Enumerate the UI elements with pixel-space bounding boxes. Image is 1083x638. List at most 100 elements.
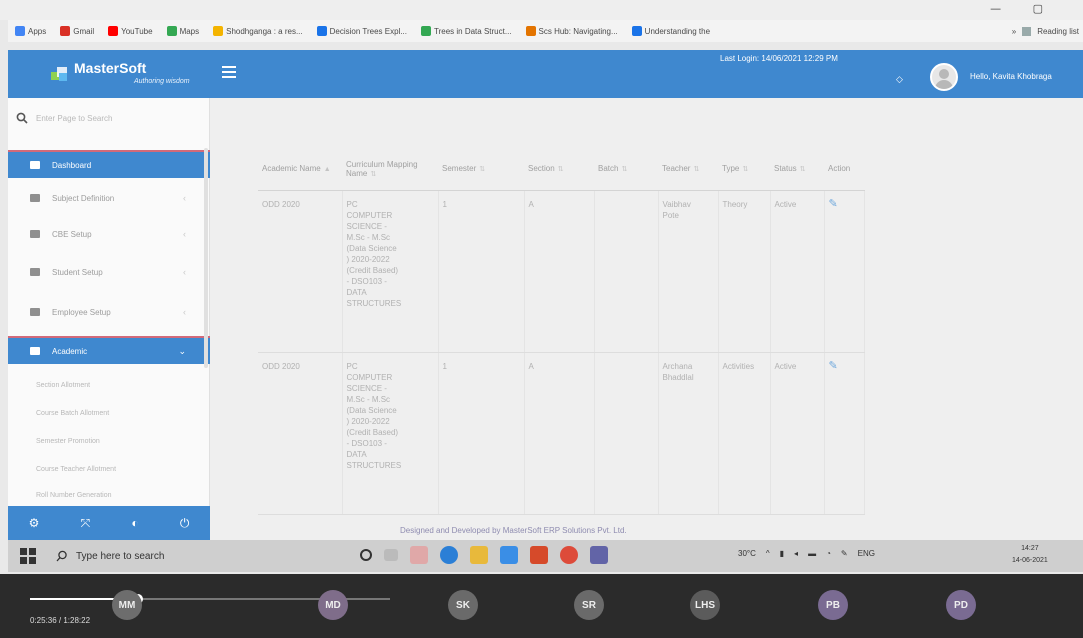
edit-icon[interactable]: ✎ <box>829 198 838 210</box>
sidebar-subitem-roll-number-generation[interactable]: Roll Number Generation <box>8 484 210 506</box>
hide-icon[interactable]: ◐ <box>131 516 138 530</box>
overflow-icon[interactable]: » <box>1012 27 1016 36</box>
sort-icon[interactable]: ⇅ <box>621 166 627 173</box>
sidebar-subitem-course-batch-allotment[interactable]: Course Batch Allotment <box>8 402 210 424</box>
brand[interactable]: MasterSoft Authoring wisdom <box>18 54 218 94</box>
sort-icon[interactable]: ⇅ <box>370 171 376 178</box>
col-type[interactable]: Type ⇅ <box>718 148 770 191</box>
mastersoft-logo-icon <box>51 67 67 81</box>
user-avatar[interactable] <box>930 63 958 91</box>
app-icon[interactable] <box>410 546 428 564</box>
bookmark-label: Understanding the <box>644 26 711 36</box>
reading-list-button[interactable]: » Reading list <box>1012 20 1083 42</box>
sort-icon[interactable]: ⇅ <box>800 166 806 173</box>
sidebar-item-dashboard[interactable]: Dashboard <box>8 150 210 178</box>
bookmark-item[interactable]: Trees in Data Struct... <box>414 26 519 36</box>
taskbar-search[interactable]: Type here to search <box>56 544 348 568</box>
sidebar-search-placeholder: Enter Page to Search <box>36 113 113 123</box>
sidebar-item-employee-setup[interactable]: Employee Setup ‹ <box>8 298 210 326</box>
bookmark-item[interactable]: Decision Trees Expl... <box>310 26 414 36</box>
sort-icon[interactable]: ⇅ <box>742 166 748 173</box>
chevron-up-icon[interactable]: ^ <box>766 549 770 558</box>
participant-avatar[interactable]: PD <box>946 590 976 620</box>
col-curriculum-mapping-name[interactable]: Curriculum Mapping Name ⇅ <box>342 148 438 191</box>
bookmark-item[interactable]: Understanding the <box>625 26 717 36</box>
menu-toggle-icon[interactable] <box>222 66 236 78</box>
teams-icon[interactable] <box>590 546 608 564</box>
clock-time: 14:27 <box>1021 545 1039 552</box>
user-greeting[interactable]: Hello, Kavita Khobraga <box>970 72 1052 81</box>
wifi-icon[interactable]: ◔ <box>826 549 831 558</box>
sidebar: Enter Page to Search Dashboard Subject D… <box>8 98 210 540</box>
windows-start-icon[interactable] <box>20 548 36 564</box>
page-icon <box>631 26 642 36</box>
col-batch[interactable]: Batch ⇅ <box>594 148 658 191</box>
sidebar-item-student-setup[interactable]: Student Setup ‹ <box>8 258 210 286</box>
sidebar-scrollbar[interactable] <box>204 148 208 368</box>
chrome-icon[interactable] <box>560 546 578 564</box>
bookmark-item[interactable]: Gmail <box>53 26 101 36</box>
col-semester[interactable]: Semester ⇅ <box>438 148 524 191</box>
col-status[interactable]: Status ⇅ <box>770 148 824 191</box>
sidebar-subitem-section-allotment[interactable]: Section Allotment <box>8 374 210 396</box>
taskbar-clock[interactable]: 14:27 14-06-2021 <box>1012 543 1048 567</box>
file-explorer-icon[interactable] <box>470 546 488 564</box>
participant-avatar[interactable]: SK <box>448 590 478 620</box>
power-icon[interactable]: ⏻ <box>180 516 190 531</box>
sort-icon[interactable]: ⇅ <box>693 166 699 173</box>
video-call-bar: 0:25:36 / 1:28:22 MM MD SK SR LHS PB PD <box>0 574 1083 638</box>
language-indicator[interactable]: ENG <box>858 549 875 558</box>
notification-bell-icon[interactable]: ◇ <box>896 74 906 84</box>
participant-avatar[interactable]: MD <box>318 590 348 620</box>
sort-icon[interactable]: ⇅ <box>558 166 564 173</box>
battery-icon[interactable]: ▮ <box>780 549 784 558</box>
network-icon[interactable]: ▬ <box>808 549 816 558</box>
cell-teacher: Archana Bhaddlal <box>658 352 719 515</box>
edit-icon[interactable]: ✎ <box>829 360 838 372</box>
sidebar-item-academic[interactable]: Academic ⌄ <box>8 336 210 364</box>
sort-icon[interactable]: ⇅ <box>479 166 485 173</box>
settings-icon[interactable]: ⚙ <box>29 516 40 530</box>
participant-avatar[interactable]: LHS <box>690 590 720 620</box>
store-icon[interactable] <box>500 546 518 564</box>
sidebar-search[interactable]: Enter Page to Search <box>16 106 202 130</box>
volume-icon[interactable]: ◂ <box>794 549 798 558</box>
sort-asc-icon[interactable]: ▲ <box>324 166 331 173</box>
bookmark-label: Trees in Data Struct... <box>434 26 512 36</box>
task-view-icon[interactable] <box>384 549 398 561</box>
cell-type: Theory <box>718 190 771 353</box>
weather-temperature[interactable]: 30°C <box>738 549 756 558</box>
col-academic-name[interactable]: Academic Name ▲ <box>258 148 342 191</box>
participant-avatar[interactable]: MM <box>112 590 142 620</box>
brand-name: MasterSoft <box>74 60 147 76</box>
sidebar-item-cbe-setup[interactable]: CBE Setup ‹ <box>8 220 210 248</box>
bookmark-label: Apps <box>28 26 47 36</box>
col-section[interactable]: Section ⇅ <box>524 148 594 191</box>
youtube-icon <box>108 26 119 36</box>
cortana-icon[interactable] <box>360 549 372 561</box>
bookmark-item[interactable]: Shodhganga : a res... <box>206 26 310 36</box>
app-header: MasterSoft Authoring wisdom Last Login: … <box>8 50 1083 98</box>
participant-avatar[interactable]: SR <box>574 590 604 620</box>
bookmark-item[interactable]: Maps <box>160 26 207 36</box>
sidebar-subitem-course-teacher-allotment[interactable]: Course Teacher Allotment <box>8 458 210 480</box>
window-controls[interactable]: — ▢ <box>990 2 1057 15</box>
subject-icon <box>30 194 40 202</box>
office-icon[interactable] <box>530 546 548 564</box>
sidebar-item-label: CBE Setup <box>52 229 92 239</box>
sidebar-subitem-semester-promotion[interactable]: Semester Promotion <box>8 430 210 452</box>
cell-academic-name: ODD 2020 <box>258 190 343 353</box>
chevron-down-icon: ⌄ <box>178 345 186 356</box>
edge-icon[interactable] <box>440 546 458 564</box>
participant-avatar[interactable]: PB <box>818 590 848 620</box>
cell-academic-name: ODD 2020 <box>258 352 343 515</box>
playback-timestamp: 0:25:36 / 1:28:22 <box>30 616 91 625</box>
sidebar-item-subject-definition[interactable]: Subject Definition ‹ <box>8 184 210 212</box>
cell-teacher: Vaibhav Pote <box>658 190 719 353</box>
bookmark-item[interactable]: Scs Hub: Navigating... <box>519 26 625 36</box>
pen-icon[interactable]: ✎ <box>841 549 848 558</box>
bookmark-item[interactable]: Apps <box>8 26 53 36</box>
bookmark-item[interactable]: YouTube <box>101 26 159 36</box>
fullscreen-icon[interactable]: ⤧ <box>81 516 91 531</box>
col-teacher[interactable]: Teacher ⇅ <box>658 148 718 191</box>
